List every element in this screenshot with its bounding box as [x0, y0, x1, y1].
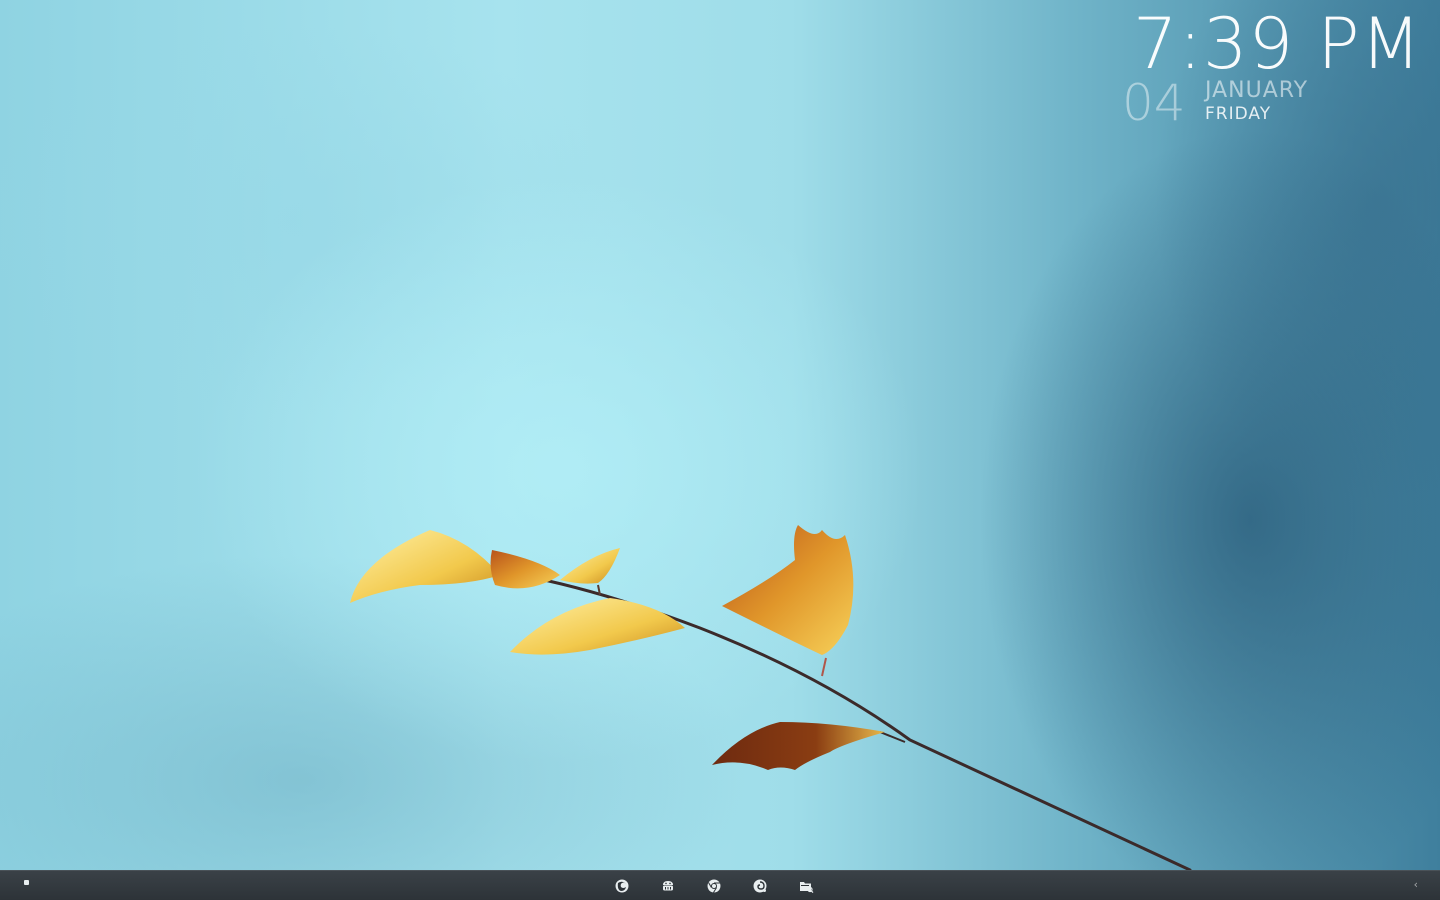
start-button[interactable]: [24, 880, 29, 885]
clock-time: 7:39 PM: [1132, 3, 1422, 85]
clock-month: JANUARY: [1205, 78, 1309, 103]
clock-day: 04: [1122, 74, 1186, 132]
taskbar-pinned-apps: [614, 871, 814, 900]
chevron-left-icon: ‹: [1413, 878, 1418, 891]
autumn-branch-wallpaper: [350, 525, 1192, 870]
file-explorer-icon[interactable]: [798, 878, 814, 894]
android-store-icon[interactable]: [660, 878, 676, 894]
chrome-icon[interactable]: [706, 878, 722, 894]
show-desktop-button[interactable]: ‹: [1370, 871, 1440, 900]
taskbar: ‹: [0, 870, 1440, 900]
desktop-wallpaper: 7:39 PM 04 JANUARY FRIDAY: [0, 0, 1440, 870]
clock-weekday: FRIDAY: [1205, 104, 1272, 124]
firefox-icon[interactable]: [614, 878, 630, 894]
swirl-app-icon[interactable]: [752, 878, 768, 894]
